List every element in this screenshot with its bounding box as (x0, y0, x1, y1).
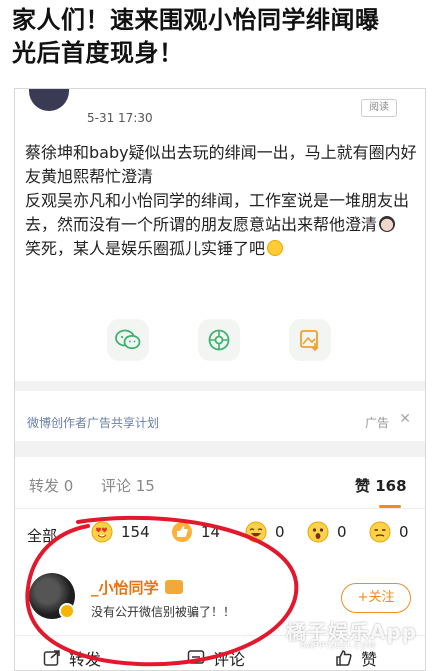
post-paragraph-3: 笑死，某人是娱乐圈孤儿实锤了吧 (25, 237, 417, 261)
interaction-tabs: 转发 0 评论 15 赞 168 (15, 457, 425, 509)
save-image-icon (300, 330, 319, 352)
headline-line-2: 光后首度现身！ (12, 39, 184, 67)
thumbs-up-icon (172, 522, 192, 542)
follow-button[interactable]: +关注 (341, 583, 411, 613)
reaction-filter-thumbs-up[interactable]: 14 (171, 521, 220, 543)
poster-avatar[interactable] (29, 89, 69, 111)
verified-badge-icon (59, 603, 75, 619)
watermark-url: HAPPYJUZI.COM (300, 641, 377, 650)
member-crown-icon (164, 580, 183, 594)
user-bio: 没有公开微信别被骗了！！ (91, 605, 236, 619)
section-divider (15, 441, 425, 457)
read-badge: 阅读 (361, 99, 397, 117)
repost-label: 转发 (69, 650, 102, 669)
repost-button[interactable]: 转发 (43, 646, 101, 670)
comment-button[interactable]: 评论 (187, 646, 245, 670)
thumbs-up-outline-icon (336, 650, 352, 666)
baby-emoji-icon (379, 216, 396, 232)
wechat-icon (115, 329, 141, 350)
comment-label: 评论 (213, 650, 246, 669)
tab-comment[interactable]: 评论 15 (101, 475, 155, 496)
ad-close-icon[interactable]: ✕ (399, 411, 411, 427)
reaction-count: 154 (121, 523, 150, 541)
post-paragraph-1: 蔡徐坤和baby疑似出去玩的绯闻一出，马上就有圈内好友黄旭熙帮忙澄清 (25, 143, 417, 186)
comment-icon (187, 650, 205, 664)
moments-icon (208, 329, 230, 351)
weibo-post-screenshot: 5-31 17:30 阅读 蔡徐坤和baby疑似出去玩的绯闻一出，马上就有圈内好… (14, 88, 426, 671)
share-row (15, 319, 425, 369)
reaction-count: 0 (275, 523, 285, 541)
reaction-count: 0 (337, 523, 347, 541)
wechat-share-button[interactable] (107, 319, 149, 361)
post-body: 蔡徐坤和baby疑似出去玩的绯闻一出，马上就有圈内好友黄旭熙帮忙澄清 反观吴亦凡… (25, 141, 417, 261)
surprised-icon (307, 521, 329, 543)
section-divider (15, 381, 425, 391)
reaction-filter-surprised[interactable]: 0 (307, 521, 347, 543)
reaction-count: 14 (201, 523, 221, 541)
reaction-filter-heart-eyes[interactable]: 154 (91, 521, 150, 543)
headline-line-1: 家人们！速来围观小怡同学绯闻曝 (12, 6, 380, 34)
moments-share-button[interactable] (198, 319, 240, 361)
post-time: 5-31 17:30 (87, 111, 153, 125)
repost-icon (43, 650, 60, 666)
laugh-icon (245, 521, 267, 543)
headline: 家人们！速来围观小怡同学绯闻曝 光后首度现身！ (12, 4, 432, 70)
reaction-filter-sad[interactable]: 0 (369, 521, 409, 543)
reaction-count: 0 (399, 523, 409, 541)
like-user-name[interactable]: _小怡同学 (91, 577, 183, 598)
reaction-filter-row: 全部 154 14 0 0 0 (15, 517, 425, 557)
sad-icon (369, 521, 391, 543)
ad-plan-link[interactable]: 微博创作者广告共享计划 (27, 414, 159, 431)
tab-repost[interactable]: 转发 0 (29, 475, 73, 496)
tab-like[interactable]: 赞 168 (355, 475, 407, 496)
post-paragraph-2: 反观吴亦凡和小怡同学的绯闻，工作室说是一堆朋友出去，然而没有一个所谓的朋友愿意站… (25, 191, 410, 234)
active-tab-indicator (379, 505, 401, 508)
laugh-emoji-icon (267, 240, 284, 256)
reaction-filter-all[interactable]: 全部 (27, 525, 57, 546)
reaction-filter-laugh[interactable]: 0 (245, 521, 285, 543)
heart-eyes-icon (91, 521, 113, 543)
save-image-button[interactable] (289, 319, 331, 361)
ad-tag: 广告 (364, 416, 389, 430)
